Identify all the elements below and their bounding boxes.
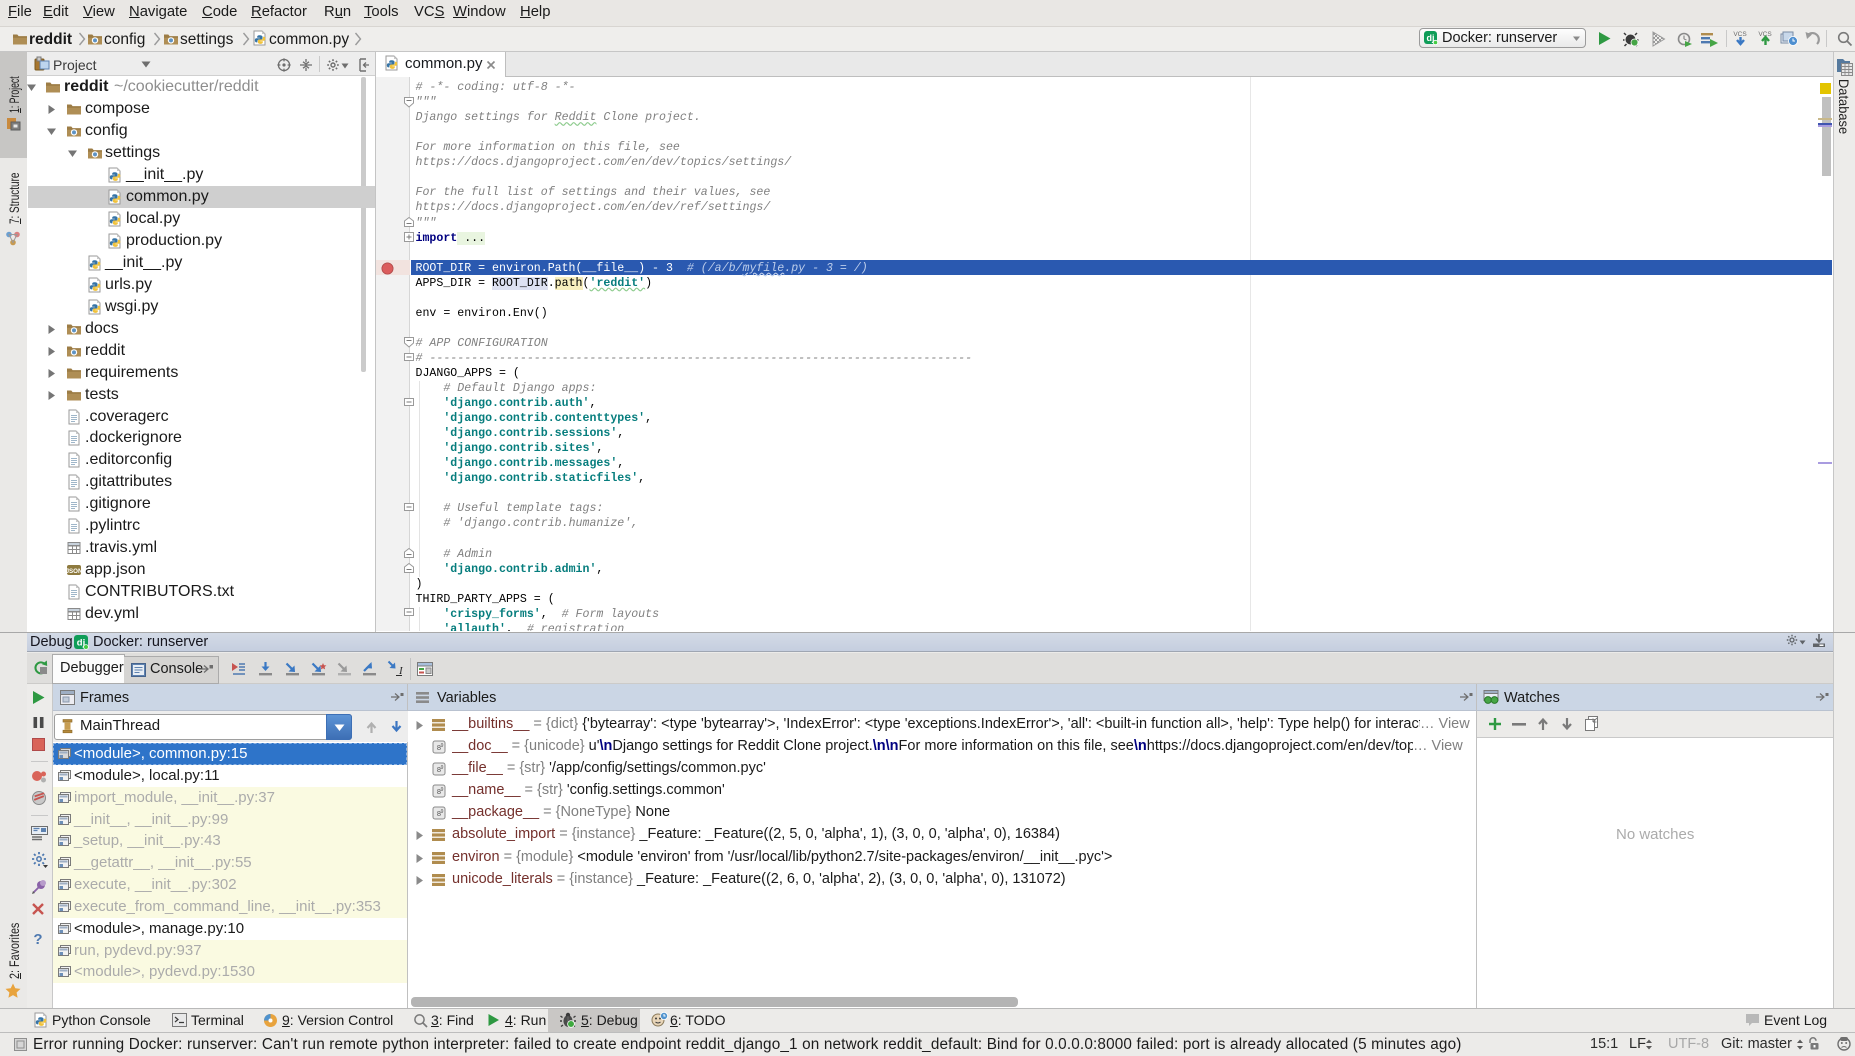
svg-text:?: ? [33, 931, 42, 946]
svg-text:9: 9 [441, 743, 444, 749]
svg-text:VCS: VCS [1733, 31, 1747, 38]
svg-text:9: 9 [441, 787, 444, 793]
svg-text:I: I [398, 665, 404, 676]
svg-text:9: 9 [441, 765, 444, 771]
svg-text:JSON: JSON [66, 568, 82, 575]
svg-text:9: 9 [441, 809, 444, 815]
